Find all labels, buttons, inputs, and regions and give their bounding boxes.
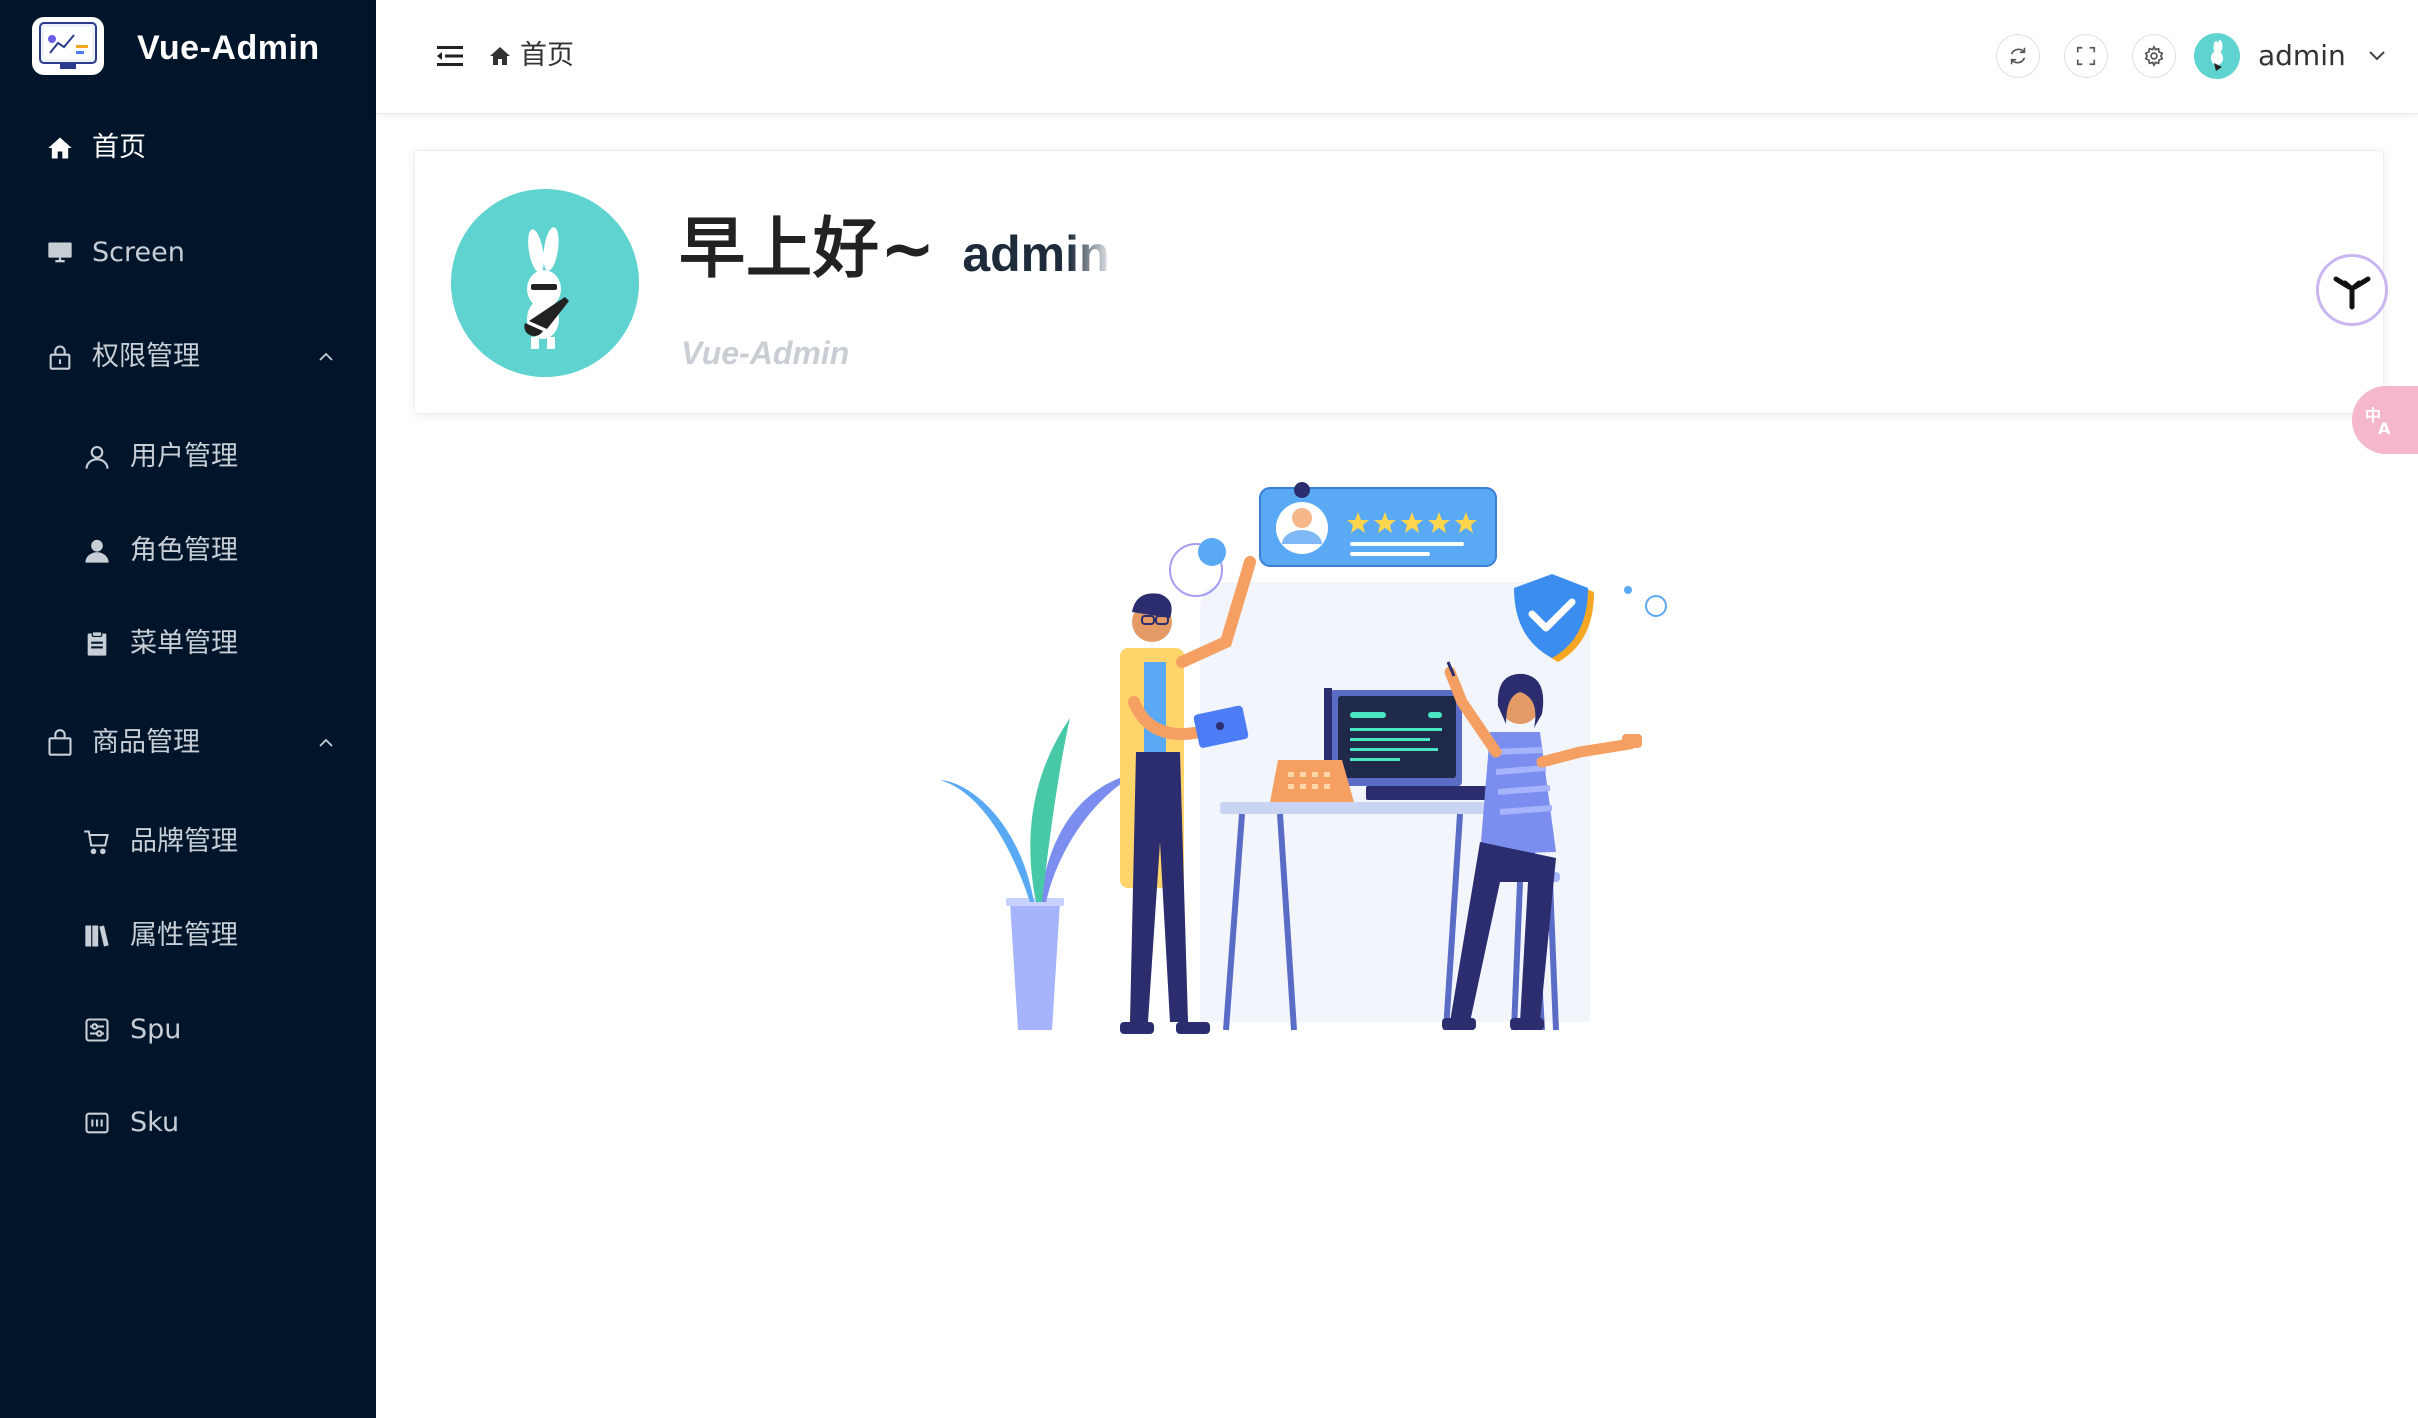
sidebar-item-sku[interactable]: Sku xyxy=(0,1088,376,1158)
sidebar-item-label: 角色管理 xyxy=(130,535,238,566)
sidebar-item-label: 品牌管理 xyxy=(130,826,238,857)
card-subtitle: Vue-Admin xyxy=(681,335,850,371)
collapse-menu-icon[interactable] xyxy=(434,40,466,72)
sidebar-item-label: 权限管理 xyxy=(92,341,200,372)
chevron-up-icon xyxy=(319,352,333,361)
settings-button[interactable] xyxy=(2132,34,2176,78)
home-icon xyxy=(45,133,75,163)
sidebar-item-label: 菜单管理 xyxy=(130,628,238,659)
sidebar-item-user-management[interactable]: 用户管理 xyxy=(0,422,376,492)
brand[interactable]: Vue-Admin xyxy=(0,0,376,96)
document-icon xyxy=(82,629,112,659)
brand-title: Vue-Admin xyxy=(137,29,320,67)
sliders-icon xyxy=(82,1015,112,1045)
sidebar-item-spu[interactable]: Spu xyxy=(0,995,376,1065)
brand-logo xyxy=(32,17,104,75)
svg-text:A: A xyxy=(2378,419,2391,437)
avatar[interactable] xyxy=(2194,33,2240,79)
sidebar-item-home[interactable]: 首页 xyxy=(0,113,376,183)
sidebar-item-brand-management[interactable]: 品牌管理 xyxy=(0,807,376,877)
sidebar-item-label: Sku xyxy=(130,1107,180,1138)
greeting-username: admin xyxy=(962,226,1110,282)
refresh-icon xyxy=(2010,47,2026,65)
fullscreen-button[interactable] xyxy=(2064,34,2108,78)
cart-icon xyxy=(82,827,112,857)
floating-assistant-icon[interactable] xyxy=(2316,254,2388,326)
sidebar-item-label: 商品管理 xyxy=(92,727,200,758)
shopping-bag-icon xyxy=(45,728,75,758)
greeting-text: 早上好~ xyxy=(679,210,937,287)
sidebar-item-product[interactable]: 商品管理 xyxy=(0,708,376,778)
sidebar-item-label: 用户管理 xyxy=(130,441,238,472)
home-icon xyxy=(488,44,512,68)
settings-icon xyxy=(2144,45,2164,67)
sidebar-item-screen[interactable]: Screen xyxy=(0,218,376,288)
user-name[interactable]: admin xyxy=(2258,38,2346,74)
breadcrumb-item[interactable]: 首页 xyxy=(520,38,574,74)
breadcrumb: 首页 xyxy=(488,38,574,74)
collection-icon xyxy=(82,921,112,951)
sidebar-item-attribute-management[interactable]: 属性管理 xyxy=(0,901,376,971)
sidebar-item-menu-management[interactable]: 菜单管理 xyxy=(0,609,376,679)
sidebar-item-label: Spu xyxy=(130,1014,182,1045)
chevron-down-icon[interactable] xyxy=(2366,46,2388,64)
sidebar: Vue-Admin 首页 Screen 权限管理 用户管理 角色管理 菜单管理 … xyxy=(0,0,376,1418)
sidebar-item-permission[interactable]: 权限管理 xyxy=(0,322,376,392)
avatar xyxy=(451,189,639,377)
sidebar-item-label: 首页 xyxy=(92,132,146,163)
sidebar-item-label: Screen xyxy=(92,237,185,268)
chevron-up-icon xyxy=(319,738,333,747)
sidebar-item-role-management[interactable]: 角色管理 xyxy=(0,516,376,586)
greeting: 早上好~ admin xyxy=(679,207,1110,291)
lock-icon xyxy=(45,342,75,372)
monitor-icon xyxy=(45,238,75,268)
sidebar-item-label: 属性管理 xyxy=(130,920,238,951)
teamwork-illustration xyxy=(940,482,1667,1034)
sku-icon xyxy=(82,1108,112,1138)
user-icon xyxy=(82,442,112,472)
fullscreen-icon xyxy=(2076,46,2096,66)
user-filled-icon xyxy=(82,536,112,566)
refresh-button[interactable] xyxy=(1996,34,2040,78)
welcome-card: 早上好~ admin Vue-Admin xyxy=(414,150,2384,414)
translate-icon[interactable]: 中 A xyxy=(2352,386,2418,454)
top-header: 首页 admin xyxy=(376,0,2418,114)
